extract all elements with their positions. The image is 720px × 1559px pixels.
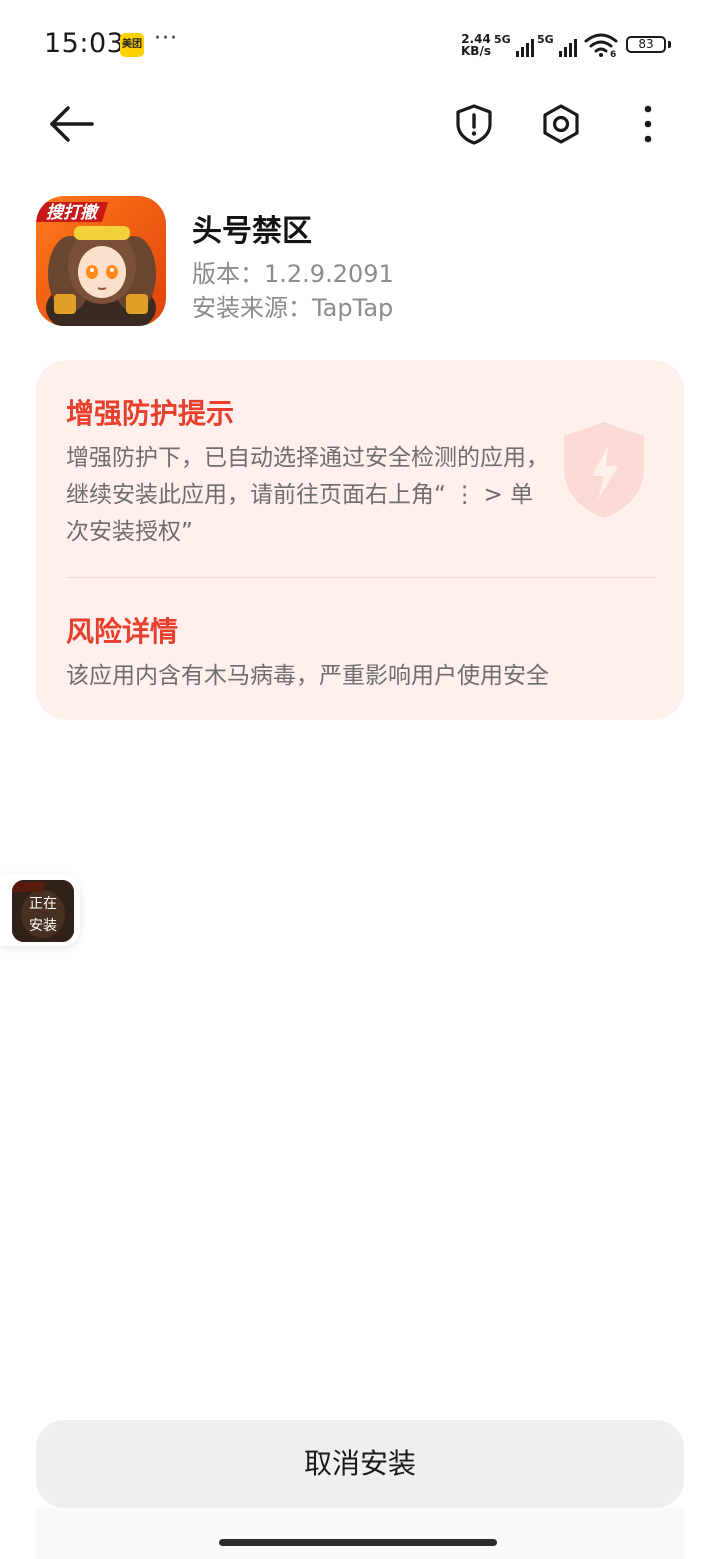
back-arrow-icon (50, 106, 94, 142)
app-name: 头号禁区 (192, 214, 312, 249)
more-options-button[interactable] (630, 100, 666, 148)
shield-alert-icon (456, 104, 492, 145)
install-source: 安装来源：TapTap (192, 294, 394, 322)
status-time: 15:03 (44, 28, 125, 59)
card-divider (66, 577, 656, 578)
home-indicator[interactable] (219, 1539, 497, 1546)
meituan-app-icon: 美团 (120, 33, 144, 57)
signal-icon: 5G (494, 33, 534, 57)
risk-details-description: 该应用内含有木马病毒，严重影响用户使用安全 (66, 663, 549, 689)
installing-app-thumbnail: 正在 安装 (12, 880, 74, 942)
network-speed: 2.44 KB/s (458, 33, 494, 57)
app-version: 版本：1.2.9.2091 (192, 260, 394, 288)
battery-icon: 83 (626, 36, 666, 53)
more-notifications-icon: ··· (154, 26, 178, 51)
installing-status: 正在 安装 (12, 893, 74, 937)
status-bar: 15:03 美团 ··· 2.44 KB/s 5G 5G 6 83 (0, 0, 720, 90)
sim2-network-tag: 5G (537, 33, 554, 46)
sim1-network-tag: 5G (494, 33, 511, 46)
installing-status-line1: 正在 (29, 896, 57, 912)
protection-description: 增强防护下，已自动选择通过安全检测的应用，继续安装此应用，请前往页面右上角“ ⋮… (66, 445, 549, 545)
enhanced-protection-card: 增强防护提示 增强防护下，已自动选择通过安全检测的应用，继续安装此应用，请前往页… (36, 360, 684, 720)
installing-status-line2: 安装 (29, 918, 57, 934)
app-icon: 搜打撤 (36, 196, 166, 326)
installing-float-bubble[interactable]: 正在 安装 (0, 874, 80, 946)
battery-tip (668, 41, 671, 48)
install-warning-screen: 15:03 美团 ··· 2.44 KB/s 5G 5G 6 83 搜打撤 头号… (0, 0, 720, 1559)
settings-button[interactable] (538, 100, 584, 148)
cancel-install-button[interactable]: 取消安装 (36, 1420, 684, 1508)
shield-bolt-icon (564, 422, 644, 518)
wifi-standard-tag: 6 (610, 50, 616, 58)
risk-details-title: 风险详情 (66, 615, 179, 648)
bottom-fade (36, 1508, 684, 1559)
security-shield-button[interactable] (452, 100, 496, 148)
wifi-icon: 6 (584, 32, 618, 60)
settings-hex-icon (543, 104, 579, 144)
protection-title: 增强防护提示 (66, 397, 235, 430)
more-vertical-icon (644, 105, 652, 143)
app-icon-badge-text: 搜打撤 (46, 203, 100, 223)
signal-icon: 5G (537, 33, 577, 57)
back-button[interactable] (44, 100, 100, 148)
network-speed-unit: KB/s (461, 44, 491, 58)
